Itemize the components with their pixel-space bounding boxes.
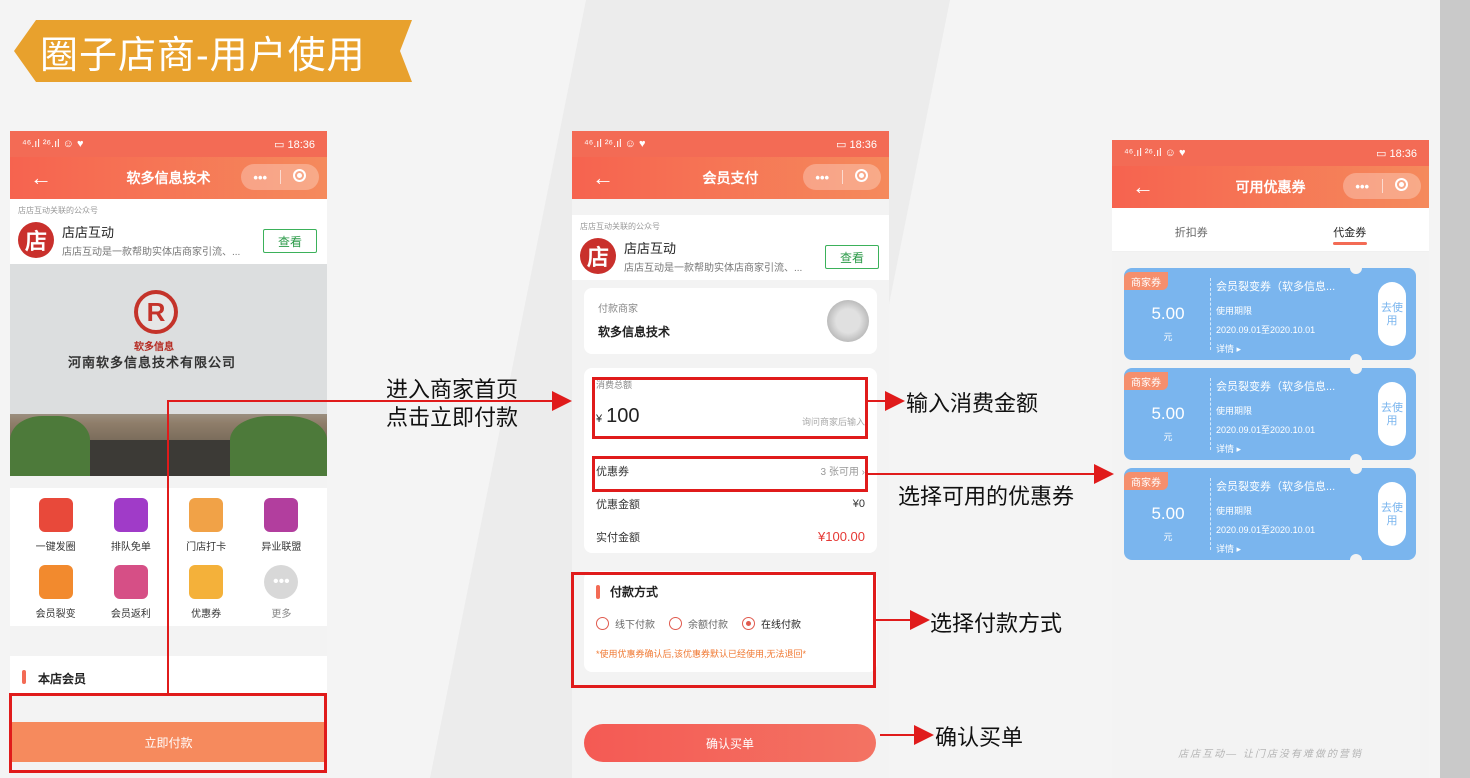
annotation-choose-payment: 选择付款方式 [930, 611, 1063, 636]
annotation-input-amount: 输入消费金额 [906, 391, 1039, 416]
annotation-confirm: 确认买单 [935, 725, 1024, 750]
annotation-arrows [167, 391, 1114, 745]
annotation-enter-2: 点击立即付款 [386, 405, 519, 430]
annotation-choose-coupon: 选择可用的优惠券 [898, 484, 1075, 509]
